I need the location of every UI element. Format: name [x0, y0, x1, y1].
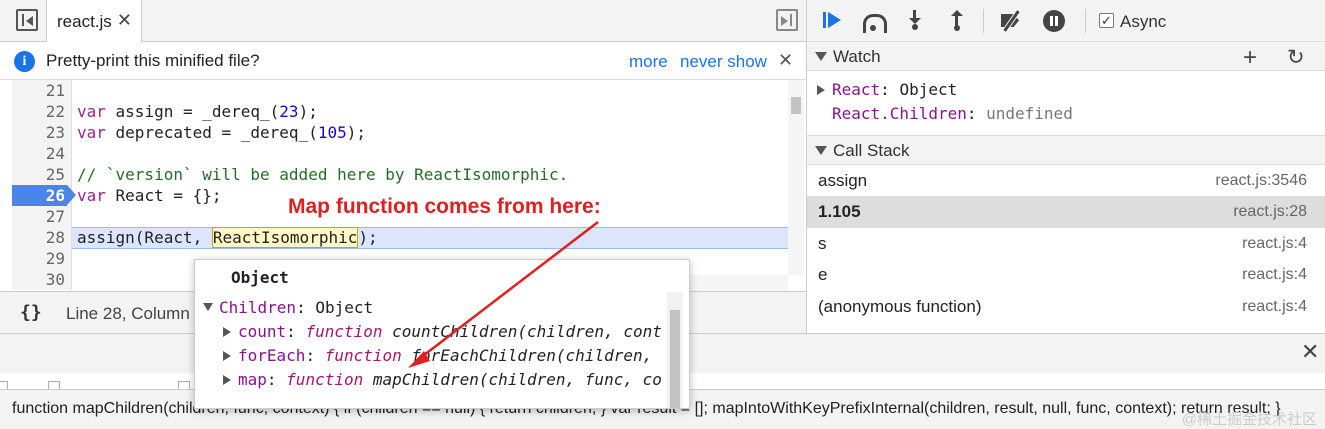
code-line[interactable]: var assign = _dereq_(23);: [77, 101, 318, 122]
watch-title: Watch: [833, 47, 881, 66]
watch-expression: React.Children: [832, 104, 967, 123]
watch-item[interactable]: React: Object: [817, 80, 957, 102]
debugger-toolbar: ✓ Async: [807, 0, 1325, 42]
watch-section-header[interactable]: Watch + ↻: [807, 41, 1325, 71]
file-tab-label: react.js: [57, 12, 112, 31]
debugger-sidebar: ✓ Async Watch + ↻ React: Object React.Ch…: [806, 0, 1325, 333]
object-preview-popover[interactable]: Object Children: Object count: function …: [194, 259, 690, 409]
frame-location[interactable]: react.js:3546: [1215, 172, 1307, 190]
annotation-label: Map function comes from here:: [288, 195, 601, 218]
popover-scrollbar[interactable]: [667, 292, 683, 408]
infobar-message: Pretty-print this minified file?: [46, 51, 260, 70]
step-into-icon[interactable]: [903, 10, 927, 32]
frame-function: (anonymous function): [818, 297, 982, 316]
code-line[interactable]: var React = {};: [77, 185, 222, 206]
call-frame-selected[interactable]: 1.105 react.js:28: [807, 196, 1325, 228]
code-line[interactable]: // `version` will be added here by React…: [77, 164, 568, 185]
refresh-watch-icon[interactable]: ↻: [1287, 45, 1305, 70]
watch-item[interactable]: React.Children: undefined: [832, 104, 1073, 126]
pause-on-exceptions-icon[interactable]: [1043, 10, 1065, 32]
expand-triangle-icon[interactable]: [817, 85, 825, 95]
line-number[interactable]: 22: [12, 101, 67, 122]
call-frame[interactable]: assign react.js:3546: [807, 165, 1325, 197]
async-label: Async: [1120, 12, 1167, 31]
call-frame[interactable]: e react.js:4: [807, 259, 1325, 291]
expand-triangle-icon[interactable]: [223, 327, 231, 337]
toggle-navigator-icon[interactable]: [16, 9, 38, 31]
cursor-position: Line 28, Column: [66, 304, 190, 323]
toolbar-divider: [983, 9, 984, 33]
frame-function: e: [818, 265, 828, 284]
breakpoint-marker[interactable]: 26: [12, 185, 67, 206]
editor-tab-bar: react.js ✕: [0, 0, 806, 42]
watermark: @稀土掘金技术社区: [1181, 411, 1317, 428]
popover-title: Object: [231, 268, 289, 287]
watch-expression: React: [832, 80, 881, 99]
call-frame[interactable]: s react.js:4: [807, 228, 1325, 260]
line-number[interactable]: 24: [12, 143, 67, 164]
pretty-print-braces-icon[interactable]: {}: [20, 302, 42, 323]
watch-value: Object: [899, 80, 958, 99]
frame-location[interactable]: react.js:4: [1242, 266, 1307, 284]
code-line-current[interactable]: assign(React, ReactIsomorphic);: [77, 227, 378, 248]
code-segment: );: [358, 228, 378, 247]
scrollbar-thumb[interactable]: [791, 97, 801, 114]
frame-location[interactable]: react.js:28: [1233, 203, 1307, 221]
async-checkbox[interactable]: ✓: [1099, 13, 1114, 28]
hovered-identifier[interactable]: ReactIsomorphic: [211, 227, 359, 248]
add-watch-icon[interactable]: +: [1243, 44, 1257, 72]
collapse-triangle-icon: [815, 52, 827, 61]
frame-function: assign: [818, 171, 868, 190]
file-tab-react-js[interactable]: react.js ✕: [46, 0, 142, 42]
line-number[interactable]: 21: [12, 80, 67, 101]
editor-left-margin: [0, 80, 12, 290]
toolbar-divider: [1085, 9, 1086, 33]
popover-property-row[interactable]: count: function countChildren(children, …: [223, 320, 662, 344]
expanded-triangle-icon[interactable]: [203, 303, 213, 311]
breakpoint-arrow-icon: [67, 185, 76, 205]
line-number[interactable]: 25: [12, 164, 67, 185]
popover-property-row[interactable]: forEach: function forEachChildren(childr…: [223, 344, 652, 368]
watch-value: undefined: [986, 104, 1073, 123]
close-tab-icon[interactable]: ✕: [117, 10, 132, 31]
resume-icon[interactable]: [819, 10, 843, 32]
line-number[interactable]: 23: [12, 122, 67, 143]
popover-root-row[interactable]: Children: Object: [203, 296, 373, 320]
call-stack-title: Call Stack: [833, 141, 910, 160]
infobar-never-show-link[interactable]: never show: [680, 52, 767, 72]
line-number[interactable]: 28: [12, 227, 67, 248]
frame-location[interactable]: react.js:4: [1242, 235, 1307, 253]
toggle-debugger-sidebar-icon[interactable]: [776, 9, 798, 31]
frame-function: 1.105: [818, 202, 861, 221]
pretty-print-infobar: i Pretty-print this minified file? more …: [0, 42, 806, 80]
frame-function: s: [818, 234, 827, 253]
line-number[interactable]: 27: [12, 206, 67, 227]
infobar-close-icon[interactable]: ✕: [778, 50, 793, 71]
frame-location[interactable]: react.js:4: [1242, 298, 1307, 316]
call-stack-section-header[interactable]: Call Stack: [807, 135, 1325, 165]
info-icon: i: [14, 51, 35, 72]
infobar-more-link[interactable]: more: [629, 52, 668, 72]
line-number[interactable]: 29: [12, 248, 67, 269]
step-over-icon[interactable]: [861, 10, 887, 33]
line-number[interactable]: 30: [12, 269, 67, 290]
deactivate-breakpoints-icon[interactable]: [999, 10, 1023, 32]
expand-triangle-icon[interactable]: [223, 375, 231, 385]
popover-property-row[interactable]: map: function mapChildren(children, func…: [223, 368, 662, 392]
code-line[interactable]: var deprecated = _dereq_(105);: [77, 122, 366, 143]
collapse-triangle-icon: [815, 146, 827, 155]
scrollbar-thumb[interactable]: [670, 310, 680, 408]
step-out-icon[interactable]: [945, 10, 969, 32]
editor-vertical-scrollbar[interactable]: [788, 80, 804, 275]
close-drawer-icon[interactable]: ✕: [1301, 339, 1319, 365]
expand-triangle-icon[interactable]: [223, 351, 231, 361]
code-segment: assign(React,: [77, 228, 212, 247]
call-frame[interactable]: (anonymous function) react.js:4: [807, 291, 1325, 323]
